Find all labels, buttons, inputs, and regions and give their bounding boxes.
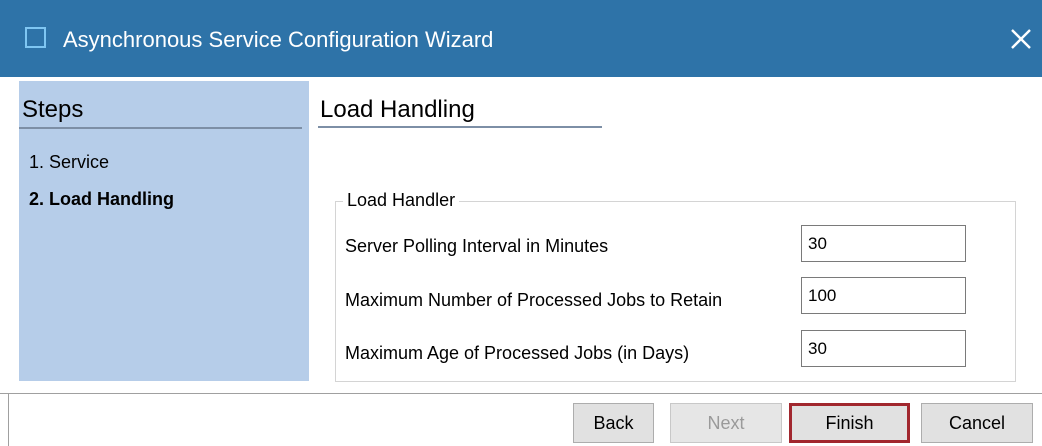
- footer-left-border: [8, 393, 9, 446]
- finish-button[interactable]: Finish: [789, 403, 910, 443]
- page-title: Load Handling: [320, 96, 475, 123]
- close-button[interactable]: [1000, 18, 1042, 60]
- title-bar: Asynchronous Service Configuration Wizar…: [0, 0, 1042, 77]
- max-jobs-input[interactable]: [801, 277, 966, 314]
- polling-interval-input[interactable]: [801, 225, 966, 262]
- steps-header: Steps: [22, 96, 84, 123]
- wizard-window: Asynchronous Service Configuration Wizar…: [0, 0, 1042, 446]
- next-button[interactable]: Next: [670, 403, 782, 443]
- steps-panel: Steps 1. Service 2. Load Handling: [19, 81, 309, 381]
- close-icon: [1011, 29, 1031, 49]
- window-app-icon: [25, 27, 46, 48]
- max-jobs-label: Maximum Number of Processed Jobs to Reta…: [345, 290, 723, 310]
- step-item-service: 1. Service: [29, 152, 110, 172]
- step-item-load-handling: 2. Load Handling: [29, 189, 175, 209]
- max-age-label: Maximum Age of Processed Jobs (in Days): [345, 343, 690, 363]
- title-divider: [318, 126, 602, 128]
- footer-divider: [0, 393, 1042, 394]
- cancel-button[interactable]: Cancel: [921, 403, 1033, 443]
- polling-interval-label: Server Polling Interval in Minutes: [345, 236, 609, 256]
- groupbox-label: Load Handler: [343, 190, 460, 210]
- steps-divider: [19, 127, 302, 129]
- max-age-input[interactable]: [801, 330, 966, 367]
- window-title: Asynchronous Service Configuration Wizar…: [63, 27, 494, 52]
- back-button[interactable]: Back: [573, 403, 654, 443]
